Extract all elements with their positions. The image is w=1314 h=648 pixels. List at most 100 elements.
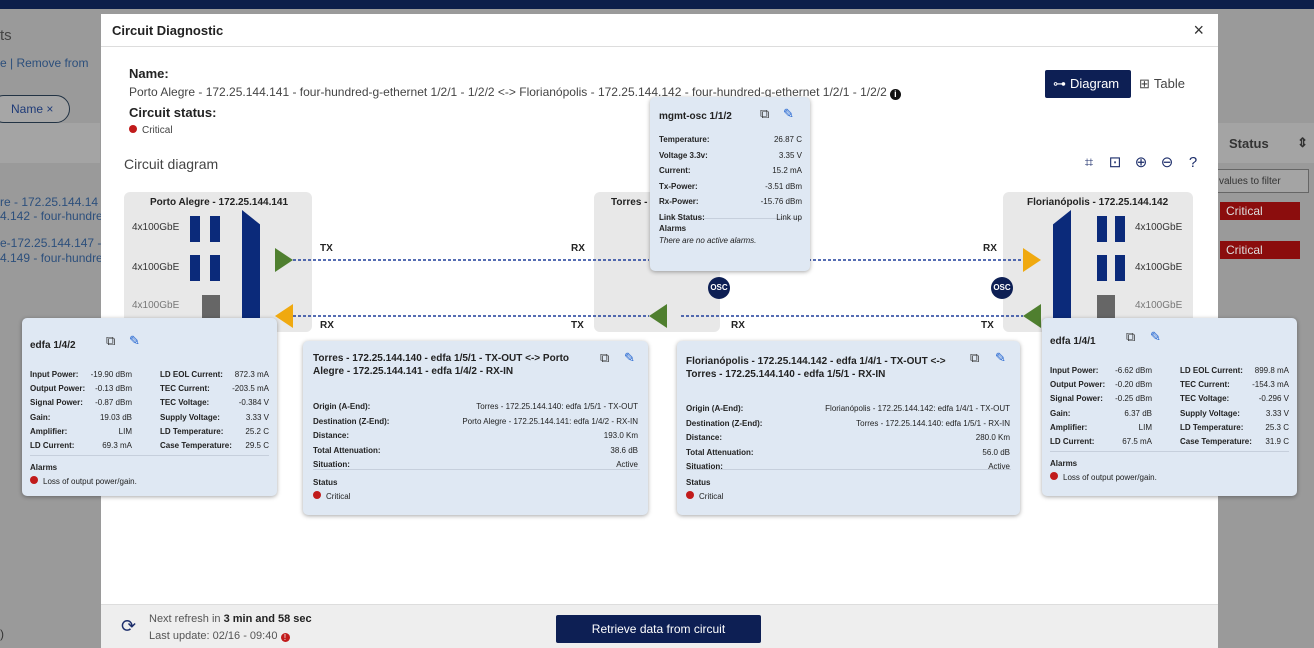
copy-icon[interactable]: ⧉ bbox=[970, 350, 979, 366]
card-title-line1: Torres - 172.25.144.140 - edfa 1/5/1 - T… bbox=[313, 353, 570, 364]
last-update: Last update: 02/16 - 09:40 ! bbox=[149, 630, 290, 642]
card-title: mgmt-osc 1/1/2 bbox=[659, 111, 732, 122]
pin-icon[interactable]: ✎ bbox=[1150, 329, 1161, 345]
metric-value: -6.62 dBm bbox=[1115, 366, 1152, 375]
tx-label: TX bbox=[571, 320, 584, 331]
field-label: Destination (Z-End): bbox=[686, 418, 763, 428]
field-label: Origin (A-End): bbox=[313, 402, 371, 411]
tx-label: TX bbox=[981, 320, 994, 331]
field-value: Torres - 172.25.144.140: edfa 1/5/1 - TX… bbox=[476, 402, 638, 411]
card-title: edfa 1/4/1 bbox=[1050, 336, 1096, 347]
critical-dot-icon bbox=[686, 491, 694, 499]
field-value: 56.0 dB bbox=[982, 447, 1010, 457]
amplifier-arrow-icon[interactable] bbox=[275, 304, 293, 328]
bg-row2-b[interactable]: 4.149 - four-hundre bbox=[0, 251, 103, 265]
tx-label: TX bbox=[320, 243, 333, 254]
bg-row1-b[interactable]: 4.142 - four-hundre bbox=[0, 209, 103, 223]
status-title: Status bbox=[313, 478, 338, 487]
metric-value: 25.2 C bbox=[245, 426, 269, 436]
divider bbox=[313, 469, 640, 470]
edfa-right-card: edfa 1/4/1 ⧉ ✎ Alarms Loss of output pow… bbox=[1042, 318, 1297, 496]
divider bbox=[1050, 451, 1289, 452]
bg-row2-a[interactable]: e-172.25.144.147 - bbox=[0, 236, 101, 250]
pin-icon[interactable]: ✎ bbox=[129, 333, 140, 349]
field-label: Distance: bbox=[686, 433, 723, 442]
mgmt-osc-card: mgmt-osc 1/1/2 ⧉ ✎ Alarms There are no a… bbox=[650, 97, 810, 271]
bg-status-badge: Critical bbox=[1220, 202, 1300, 220]
metric-label: Input Power: bbox=[30, 370, 79, 379]
field-label: Distance: bbox=[313, 431, 350, 440]
field-label: Origin (A-End): bbox=[686, 404, 744, 413]
metric-value: -0.20 dBm bbox=[1115, 380, 1152, 390]
pin-icon[interactable]: ✎ bbox=[624, 350, 635, 366]
copy-icon[interactable]: ⧉ bbox=[1126, 329, 1135, 345]
metric-value: LIM bbox=[118, 426, 132, 436]
field-value: Active bbox=[616, 460, 638, 469]
alarms-title: Alarms bbox=[30, 463, 58, 472]
warning-icon[interactable]: ! bbox=[280, 633, 290, 642]
metric-label: LD EOL Current: bbox=[160, 370, 223, 379]
metric-value: -0.296 V bbox=[1258, 394, 1289, 404]
metric-value: 872.3 mA bbox=[234, 370, 269, 379]
metric-label: Amplifier: bbox=[1050, 422, 1088, 432]
next-refresh: Next refresh in 3 min and 58 sec bbox=[149, 613, 312, 625]
refresh-icon[interactable]: ⟳ bbox=[121, 616, 136, 637]
card-title: edfa 1/4/2 bbox=[30, 340, 76, 351]
amplifier-arrow-icon[interactable] bbox=[275, 248, 293, 272]
metric-value: Link up bbox=[776, 212, 802, 222]
metric-value: 29.5 C bbox=[245, 441, 269, 450]
metric-label: Current: bbox=[659, 166, 691, 175]
rx-label: RX bbox=[983, 243, 997, 254]
metric-label: LD Temperature: bbox=[1180, 422, 1244, 432]
metric-value: -0.87 dBm bbox=[95, 398, 132, 408]
top-nav-bar bbox=[0, 0, 1314, 9]
bg-status-filter[interactable]: values to filter bbox=[1213, 169, 1309, 193]
bg-filter-chip[interactable]: Name × bbox=[0, 95, 70, 123]
metric-value: 69.3 mA bbox=[102, 441, 132, 450]
bg-status-header[interactable]: Status ⇕ bbox=[1217, 123, 1314, 163]
pin-icon[interactable]: ✎ bbox=[995, 350, 1006, 366]
alarms-title: Alarms bbox=[659, 224, 687, 233]
link-card-left: Torres - 172.25.144.140 - edfa 1/5/1 - T… bbox=[303, 341, 648, 515]
amplifier-arrow-icon[interactable] bbox=[649, 304, 667, 328]
metric-label: Input Power: bbox=[1050, 366, 1099, 375]
amplifier-arrow-icon[interactable] bbox=[1023, 248, 1041, 272]
retrieve-data-button[interactable]: Retrieve data from circuit bbox=[556, 615, 761, 643]
bg-table-header bbox=[0, 123, 100, 163]
metric-label: Case Temperature: bbox=[160, 441, 232, 450]
bg-title-fragment: ts bbox=[0, 27, 12, 44]
metric-label: Voltage 3.3v: bbox=[659, 150, 708, 160]
osc-badge[interactable]: OSC bbox=[708, 277, 730, 299]
metric-label: TEC Voltage: bbox=[1180, 394, 1230, 404]
field-value: Porto Alegre - 172.25.144.141: edfa 1/4/… bbox=[462, 416, 638, 426]
bg-row1-a[interactable]: re - 172.25.144.14 bbox=[0, 195, 98, 209]
amplifier-arrow-icon[interactable] bbox=[1023, 304, 1041, 328]
copy-icon[interactable]: ⧉ bbox=[600, 350, 609, 366]
metric-label: TEC Current: bbox=[1180, 380, 1230, 390]
metric-label: Gain: bbox=[30, 412, 51, 422]
field-value: Active bbox=[988, 462, 1010, 471]
alarm-text: Loss of output power/gain. bbox=[1063, 473, 1157, 482]
circuit-diagnostic-modal: Circuit Diagnostic × Name: Porto Alegre … bbox=[22, 14, 1297, 648]
alarms-title: Alarms bbox=[1050, 459, 1078, 468]
divider bbox=[30, 455, 269, 456]
field-value: Florianópolis - 172.25.144.142: edfa 1/4… bbox=[825, 404, 1010, 413]
metric-label: LD EOL Current: bbox=[1180, 366, 1243, 375]
metric-label: Supply Voltage: bbox=[1180, 408, 1240, 418]
metric-label: Case Temperature: bbox=[1180, 437, 1252, 446]
status-item: Critical bbox=[686, 491, 723, 501]
pin-icon[interactable]: ✎ bbox=[783, 106, 794, 122]
copy-icon[interactable]: ⧉ bbox=[760, 106, 769, 122]
metric-value: -0.25 dBm bbox=[1115, 394, 1152, 404]
osc-badge[interactable]: OSC bbox=[991, 277, 1013, 299]
rx-label: RX bbox=[571, 243, 585, 254]
metric-label: Supply Voltage: bbox=[160, 412, 220, 422]
sort-icon[interactable]: ⇕ bbox=[1297, 135, 1308, 151]
metric-value: 25.3 C bbox=[1265, 422, 1289, 432]
metric-value: -154.3 mA bbox=[1252, 380, 1289, 390]
metric-label: Signal Power: bbox=[30, 398, 83, 408]
metric-value: -19.90 dBm bbox=[90, 370, 132, 379]
metric-value: -15.76 dBm bbox=[760, 197, 802, 206]
copy-icon[interactable]: ⧉ bbox=[106, 333, 115, 349]
bg-remove-link[interactable]: e | Remove from bbox=[0, 56, 88, 70]
